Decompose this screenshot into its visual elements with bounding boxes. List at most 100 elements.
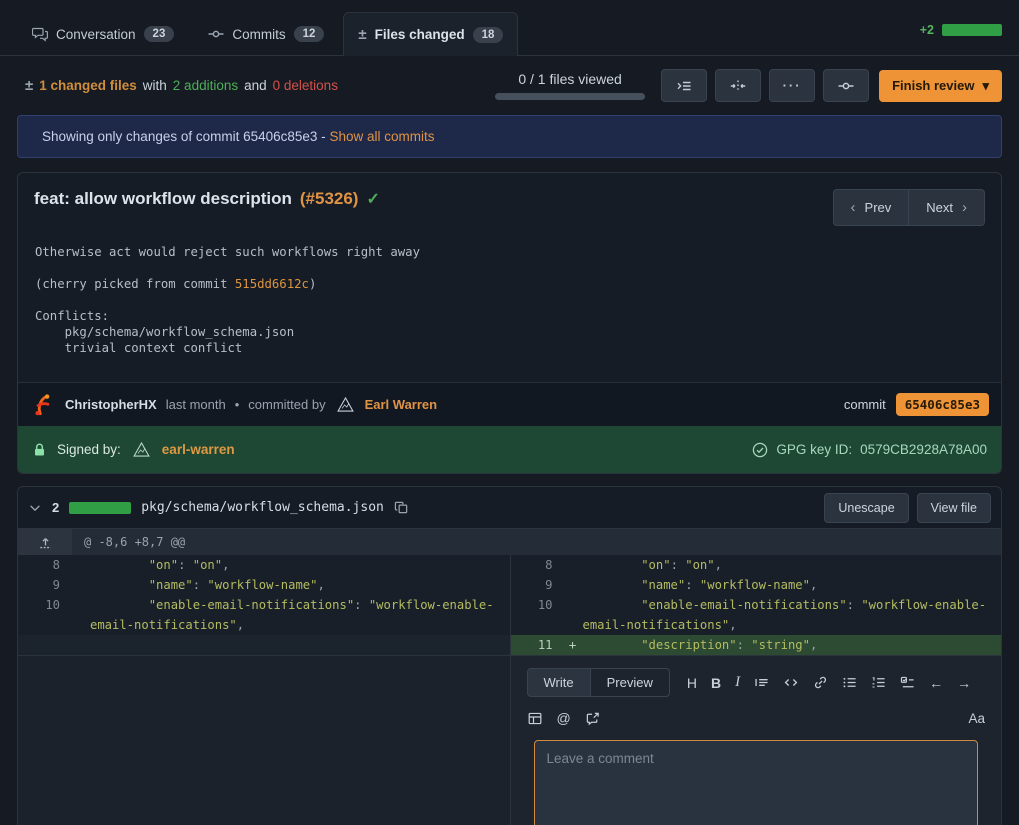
file-tree-toggle-button[interactable] [661, 69, 707, 102]
bullet-list-icon[interactable] [842, 675, 857, 690]
commit-title: feat: allow workflow description (#5326)… [34, 189, 380, 209]
commit-sha-badge[interactable]: 65406c85e3 [896, 393, 989, 416]
file-name[interactable]: pkg/schema/workflow_schema.json [141, 500, 384, 515]
text-size-icon[interactable]: Aa [968, 711, 985, 726]
changed-files-summary-row: ± 1 changed files with 2 additions and 0… [0, 56, 1019, 113]
signed-by-label: Signed by: [57, 442, 121, 457]
author-name-link[interactable]: ChristopherHX [65, 397, 157, 412]
commit-author-row: ChristopherHX last month • committed by … [18, 382, 1001, 426]
diff-icon-small: ± [25, 77, 33, 94]
right-line-number[interactable]: 9 [511, 575, 563, 595]
left-line-number[interactable]: 8 [18, 555, 70, 575]
verified-icon [752, 442, 768, 458]
signed-commit-row: Signed by: earl-warren GPG key ID: 0579C… [18, 426, 1001, 473]
write-tab[interactable]: Write [528, 669, 591, 696]
hunk-header-text: @ -8,6 +8,7 @@ [72, 529, 197, 555]
committer-name-link[interactable]: Earl Warren [365, 397, 438, 412]
code-icon[interactable] [783, 675, 799, 690]
preview-tab[interactable]: Preview [591, 669, 669, 696]
changed-files-link[interactable]: 1 changed files [39, 78, 137, 93]
diff-stat: +2 [920, 23, 1002, 55]
commit-nav: ‹ Prev Next › [833, 189, 985, 226]
left-code-line: "name": "workflow-name", [90, 575, 510, 595]
commits-count-badge: 12 [294, 26, 325, 42]
expand-up-icon [38, 535, 53, 550]
ellipsis-icon: ··· [783, 78, 802, 93]
banner-text: Showing only changes of commit 65406c85e… [42, 129, 326, 144]
mention-icon[interactable]: @ [557, 710, 571, 726]
right-code-line: "enable-email-notifications": "workflow-… [583, 595, 1002, 635]
gpg-key-id: 0579CB2928A78A00 [860, 442, 987, 457]
conversation-icon [32, 26, 48, 42]
next-commit-button[interactable]: Next › [909, 189, 985, 226]
diff-row: 10 "enable-email-notifications": "workfl… [18, 595, 1001, 635]
link-icon[interactable] [813, 675, 828, 690]
right-line-number[interactable]: 11 [511, 635, 563, 655]
diff-stat-additions: +2 [920, 23, 934, 37]
comment-input[interactable] [534, 740, 979, 825]
author-avatar[interactable] [30, 392, 56, 418]
diff-view-mode-button[interactable] [715, 69, 761, 102]
diff-row: 9 "name": "workflow-name", 9 "name": "wo… [18, 575, 1001, 595]
committer-avatar[interactable] [335, 394, 356, 415]
show-all-commits-link[interactable]: Show all commits [329, 129, 434, 144]
cherry-picked-commit-link[interactable]: 515dd6612c [235, 277, 309, 291]
task-list-icon[interactable] [900, 675, 915, 690]
arrow-left-icon[interactable]: ← [929, 675, 943, 691]
inline-comment-row: Write Preview H B I [18, 655, 1001, 825]
editor-tabs: Write Preview [527, 668, 670, 697]
tab-files-changed[interactable]: ± Files changed 18 [343, 12, 518, 56]
heading-icon[interactable]: H [687, 675, 697, 691]
changed-files-summary: ± 1 changed files with 2 additions and 0… [25, 77, 338, 94]
editor-toolbar-row2: @ Aa [527, 710, 986, 726]
commit-select-button[interactable] [823, 69, 869, 102]
empty-diff-cell [18, 635, 510, 655]
italic-icon[interactable]: I [735, 674, 740, 691]
commit-status-check-icon[interactable]: ✓ [366, 189, 379, 209]
inline-comment-left-spacer [18, 656, 510, 825]
reference-icon[interactable] [585, 711, 601, 726]
bold-icon[interactable]: B [711, 675, 721, 691]
hunk-header-row: @ -8,6 +8,7 @@ [18, 528, 1001, 555]
numbered-list-icon[interactable] [871, 675, 886, 690]
tab-commits-label: Commits [232, 27, 285, 42]
left-line-number[interactable]: 9 [18, 575, 70, 595]
split-diff: 8 "on": "on", 8 "on": "on", 9 "name": "w… [18, 555, 1001, 655]
tab-conversation[interactable]: Conversation 23 [17, 12, 189, 55]
commit-filter-banner: Showing only changes of commit 65406c85e… [17, 115, 1002, 158]
signer-name-link[interactable]: earl-warren [162, 442, 235, 457]
view-file-button[interactable]: View file [917, 493, 991, 523]
prev-label: Prev [865, 200, 892, 215]
conversation-count-badge: 23 [144, 26, 175, 42]
right-line-number[interactable]: 10 [511, 595, 563, 635]
split-view-icon [730, 78, 746, 94]
unescape-button[interactable]: Unescape [824, 493, 908, 523]
next-label: Next [926, 200, 953, 215]
with-text: with [143, 78, 167, 93]
finish-review-button[interactable]: Finish review ▾ [879, 70, 1002, 102]
diff-options-button[interactable]: ··· [769, 69, 815, 102]
lock-icon [32, 442, 47, 458]
diff-toolbar: ··· [661, 69, 869, 102]
left-line-number[interactable]: 10 [18, 595, 70, 635]
commit-message-body: Otherwise act would reject such workflow… [18, 234, 1001, 382]
right-code-line-added: "description": "string", [583, 635, 1002, 655]
copy-file-path-icon[interactable] [394, 500, 409, 515]
expand-hunk-button[interactable] [18, 529, 72, 555]
table-icon[interactable] [527, 711, 543, 726]
inline-comment-form: Write Preview H B I [510, 656, 1002, 825]
pr-number-link[interactable]: (#5326) [300, 189, 359, 209]
diff-file-header: 2 pkg/schema/workflow_schema.json Unesca… [18, 487, 1001, 528]
tab-commits[interactable]: Commits 12 [193, 12, 339, 55]
commit-message-conflicts: Conflicts: [35, 308, 984, 324]
files-viewed-progress-bar [495, 93, 645, 100]
left-code-line: "on": "on", [90, 555, 510, 575]
right-line-number[interactable]: 8 [511, 555, 563, 575]
file-change-count: 2 [52, 500, 59, 515]
deletions-text: 0 deletions [273, 78, 338, 93]
quote-icon[interactable] [754, 675, 769, 690]
prev-commit-button[interactable]: ‹ Prev [833, 189, 910, 226]
signer-avatar[interactable] [131, 439, 152, 460]
arrow-right-icon[interactable]: → [957, 675, 971, 691]
collapse-file-chevron-icon[interactable] [28, 501, 42, 515]
